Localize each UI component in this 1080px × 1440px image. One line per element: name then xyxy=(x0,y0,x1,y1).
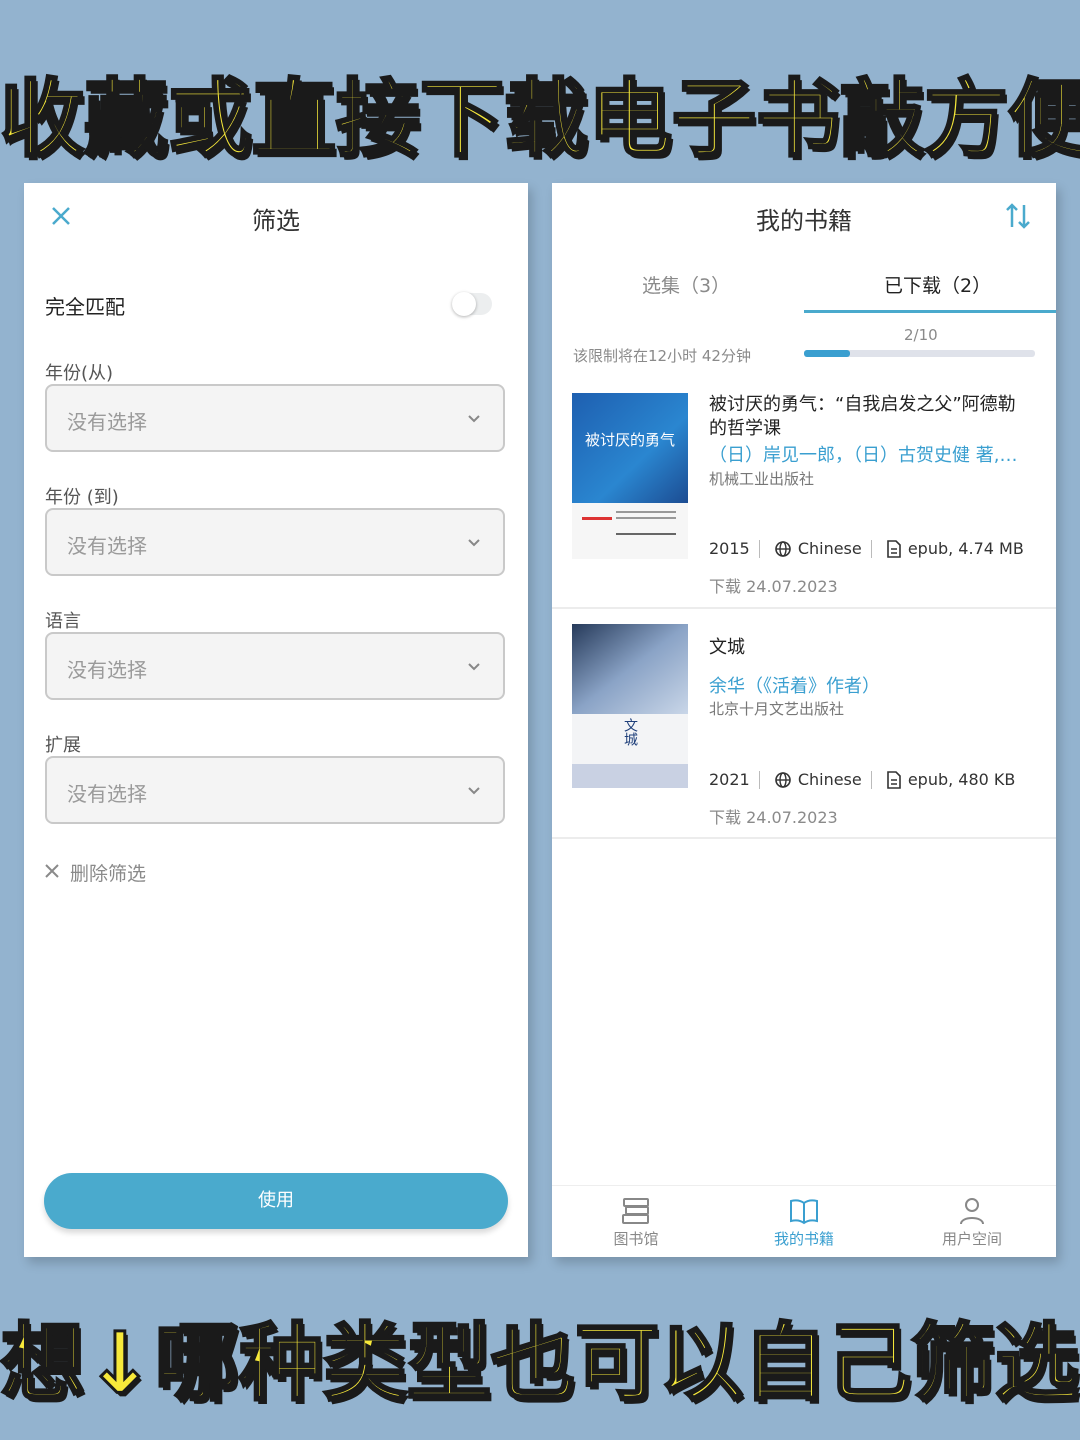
my-books-panel: 我的书籍 选集（3） 已下载（2） 该限制将在12小时 42分钟 2/10 被讨… xyxy=(552,183,1056,1257)
filter-title: 筛选 xyxy=(252,207,300,235)
book-year: 2015 xyxy=(709,539,750,558)
book-language: Chinese xyxy=(797,770,862,789)
toggle-knob xyxy=(452,292,476,316)
clear-filter-label: 删除筛选 xyxy=(70,863,147,885)
nav-label: 图书馆 xyxy=(613,1230,659,1248)
my-books-title: 我的书籍 xyxy=(756,207,852,235)
active-tab-indicator xyxy=(804,310,1056,313)
extension-label: 扩展 xyxy=(45,735,81,756)
select-value: 没有选择 xyxy=(67,658,147,682)
nav-my-books[interactable]: 我的书籍 xyxy=(744,1196,864,1249)
chevron-down-icon xyxy=(468,663,480,671)
globe-icon xyxy=(775,771,791,788)
book-language: Chinese xyxy=(797,539,862,558)
book-publisher: 北京十月文艺出版社 xyxy=(709,700,845,718)
nav-user-space[interactable]: 用户空间 xyxy=(912,1196,1032,1249)
nav-label: 用户空间 xyxy=(941,1230,1002,1248)
sort-icon[interactable] xyxy=(1004,201,1032,231)
year-from-label: 年份(从) xyxy=(45,363,114,384)
headline-top: 收藏或直接下载电子书敲方便 xyxy=(0,69,1080,170)
user-icon xyxy=(960,1198,984,1225)
book-download-date: 下载 24.07.2023 xyxy=(709,808,838,827)
cover-title: 文城 xyxy=(622,718,638,747)
year-from-select[interactable]: 没有选择 xyxy=(45,384,505,452)
book-title: 被讨厌的勇气：“自我启发之父”阿德勒的哲学课 xyxy=(709,394,1016,439)
book-download-date: 下载 24.07.2023 xyxy=(709,577,838,596)
select-value: 没有选择 xyxy=(67,534,147,558)
divider xyxy=(552,607,1056,609)
nav-library[interactable]: 图书馆 xyxy=(576,1196,696,1249)
book-author[interactable]: （日）岸见一郎，（日）古贺史健 著,… xyxy=(709,441,1029,467)
divider xyxy=(552,837,1056,839)
year-to-label: 年份 (到) xyxy=(45,487,119,508)
file-icon xyxy=(887,770,901,789)
tab-collections[interactable]: 选集（3） xyxy=(642,271,730,298)
book-format: epub, 480 KB xyxy=(907,770,1016,789)
book-year: 2021 xyxy=(709,770,750,789)
globe-icon xyxy=(775,540,791,557)
exact-match-label: 完全匹配 xyxy=(45,295,125,319)
book-publisher: 机械工业出版社 xyxy=(709,470,815,488)
chevron-down-icon xyxy=(468,539,480,547)
select-value: 没有选择 xyxy=(67,410,147,434)
filter-panel: 筛选 完全匹配 年份(从) 没有选择 年份 (到) 没有选择 语言 没有选择 扩… xyxy=(24,183,528,1257)
book-cover: 文城 xyxy=(572,624,688,788)
download-count: 2/10 xyxy=(904,326,938,344)
chevron-down-icon xyxy=(468,787,480,795)
book-cover: 被讨厌的勇气 xyxy=(572,393,688,559)
extension-select[interactable]: 没有选择 xyxy=(45,756,505,824)
exact-match-toggle[interactable] xyxy=(452,292,492,316)
language-select[interactable]: 没有选择 xyxy=(45,632,505,700)
book-format: epub, 4.74 MB xyxy=(907,539,1024,558)
cover-title: 被讨厌的勇气 xyxy=(585,431,675,449)
bottom-nav: 图书馆 我的书籍 用户空间 xyxy=(552,1185,1056,1258)
close-icon xyxy=(45,864,59,878)
book-open-icon xyxy=(790,1199,818,1225)
book-meta: 2021 Chinese epub, 480 KB xyxy=(709,769,1015,789)
select-value: 没有选择 xyxy=(67,782,147,806)
year-to-select[interactable]: 没有选择 xyxy=(45,508,505,576)
library-icon xyxy=(622,1198,649,1224)
apply-button[interactable]: 使用 xyxy=(44,1173,508,1229)
language-label: 语言 xyxy=(45,611,81,632)
chevron-down-icon xyxy=(468,415,480,423)
book-meta: 2015 Chinese epub, 4.74 MB xyxy=(709,538,1024,558)
download-progress-fill xyxy=(804,350,851,357)
tab-downloaded[interactable]: 已下载（2） xyxy=(884,271,991,298)
nav-label: 我的书籍 xyxy=(773,1230,834,1248)
book-author[interactable]: 余华（《活着》作者） xyxy=(709,672,1029,698)
limit-text: 该限制将在12小时 42分钟 xyxy=(573,347,751,365)
file-icon xyxy=(887,539,901,558)
book-title: 文城 xyxy=(709,637,745,658)
download-progress xyxy=(804,350,1035,357)
headline-bottom: 想↓哪种类型也可以自己筛选 xyxy=(0,1313,1080,1414)
